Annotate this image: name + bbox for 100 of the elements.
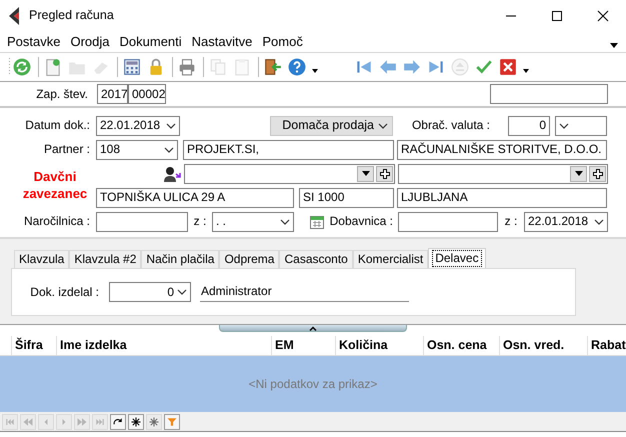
calculator-icon (123, 58, 141, 76)
tab[interactable]: Delavec (428, 248, 486, 268)
input-field[interactable]: 0 (508, 116, 550, 136)
sale-type-dropdown[interactable]: Domača prodaja (270, 116, 393, 136)
combo-box[interactable]: 0 (109, 282, 191, 302)
date-picker[interactable]: 22.01.2018 (96, 116, 180, 136)
tab[interactable]: Klavzula #2 (69, 250, 142, 268)
tab[interactable]: Klavzula (14, 250, 70, 268)
input-field[interactable]: PROJEKT.SI, (183, 140, 394, 160)
column-header[interactable]: Šifra (12, 336, 57, 355)
toolbar-button[interactable] (121, 56, 143, 78)
field-label: z : (504, 214, 518, 229)
contact-dropdown[interactable] (398, 164, 608, 184)
menu-item[interactable]: Dokumenti (114, 34, 187, 50)
plus-icon (380, 168, 390, 178)
input-field[interactable] (398, 212, 498, 232)
door-icon (264, 58, 282, 76)
check-icon (475, 58, 493, 76)
input-field[interactable] (490, 84, 608, 104)
toolbar-button[interactable] (262, 56, 284, 78)
contact-dropdown[interactable] (184, 164, 395, 184)
input-field[interactable]: SI 1000 (299, 188, 394, 208)
tax-status-label: Davčni zavezanec (22, 169, 88, 202)
caret-icon (574, 171, 582, 176)
tab[interactable]: Komercialist (352, 250, 428, 268)
overflow-caret-icon[interactable] (610, 43, 618, 48)
chevron-icon (594, 218, 604, 224)
calendar-icon[interactable] (309, 214, 325, 230)
chevron-icon (280, 218, 290, 224)
chevron-icon (166, 122, 176, 128)
add-button[interactable] (589, 166, 606, 182)
field-label: Datum dok.: (24, 118, 91, 133)
eject-icon (451, 58, 469, 76)
chevron-icon (164, 146, 174, 152)
tab[interactable]: Odprema (219, 250, 280, 268)
asterisk-icon (130, 416, 142, 428)
field-label: Dok. izdelal : (29, 284, 100, 300)
menu-item[interactable]: Postavke (2, 34, 66, 50)
tab[interactable]: Način plačila (141, 250, 220, 268)
column-header[interactable]: Rabat (588, 336, 626, 355)
number-field[interactable]: 00002 (128, 84, 166, 104)
dropdown-button[interactable] (357, 166, 374, 182)
field-label: z : (192, 214, 208, 229)
chevron-icon (559, 122, 569, 128)
input-field[interactable] (96, 212, 188, 232)
field-label: Obrač. valuta : (410, 118, 491, 133)
date-picker[interactable]: . . (212, 212, 294, 232)
toolbar-grip-icon (8, 57, 11, 77)
tab[interactable]: Casasconto (279, 250, 353, 268)
maximize-icon (551, 10, 563, 22)
toolbar-button[interactable] (286, 56, 308, 78)
collapse-caret-icon (309, 326, 317, 330)
year-field[interactable]: 2017 (97, 84, 128, 104)
close-icon (597, 10, 609, 22)
input-field[interactable]: LJUBLJANA (397, 188, 607, 208)
input-field[interactable]: RAČUNALNIŠKE STORITVE, D.O.O. (397, 140, 607, 160)
menu-item[interactable]: Orodja (65, 34, 115, 50)
filter-icon (166, 416, 178, 428)
dropdown-button[interactable] (570, 166, 587, 182)
navigator-button[interactable] (128, 414, 144, 430)
asterisk-icon (148, 416, 160, 428)
toolbar-button[interactable] (497, 56, 519, 78)
chevron-icon (177, 289, 187, 295)
refresh-icon (13, 58, 31, 76)
field-label: Partner : (42, 142, 91, 157)
combo-box[interactable]: 108 (96, 140, 178, 160)
column-header[interactable]: Osn. cena (424, 336, 500, 355)
printer-icon (178, 58, 196, 76)
left-arrow-icon (379, 58, 397, 76)
column-header[interactable]: Količina (336, 336, 424, 355)
new-page-icon (44, 58, 62, 76)
caret-icon (362, 171, 370, 176)
add-button[interactable] (376, 166, 393, 182)
menu-item[interactable]: Nastavitve (186, 34, 258, 50)
cancel-icon (499, 58, 517, 76)
redo-icon (112, 416, 124, 428)
paste-icon (233, 58, 251, 76)
help-icon (288, 58, 306, 76)
combo-box[interactable] (555, 116, 607, 136)
caret-icon (312, 69, 318, 73)
splitter-handle[interactable] (219, 325, 407, 332)
menu-item[interactable]: Pomoč (257, 34, 308, 50)
column-header[interactable]: Ime izdelka (57, 336, 272, 355)
field-label: Naročilnica : (22, 214, 91, 229)
date-picker[interactable]: 22.01.2018 (524, 212, 608, 232)
double-right-icon (76, 416, 88, 428)
person-icon[interactable] (164, 166, 181, 182)
right-arrow-icon (403, 58, 421, 76)
field-label: Zap. štev. (35, 86, 88, 102)
chevron-icon (378, 122, 388, 128)
column-header[interactable]: Osn. vred. (500, 336, 588, 355)
column-header[interactable]: EM (272, 336, 336, 355)
copy-icon (209, 58, 227, 76)
window-title: Pregled računa (29, 8, 114, 23)
input-field[interactable]: TOPNIŠKA ULICA 29 A (96, 188, 294, 208)
double-left-icon (22, 416, 34, 428)
navigator-button[interactable] (110, 414, 126, 430)
empty-message: <Ni podatkov za prikaz> (248, 376, 378, 392)
name-field: Administrator (200, 282, 409, 302)
caret-icon (522, 69, 528, 73)
